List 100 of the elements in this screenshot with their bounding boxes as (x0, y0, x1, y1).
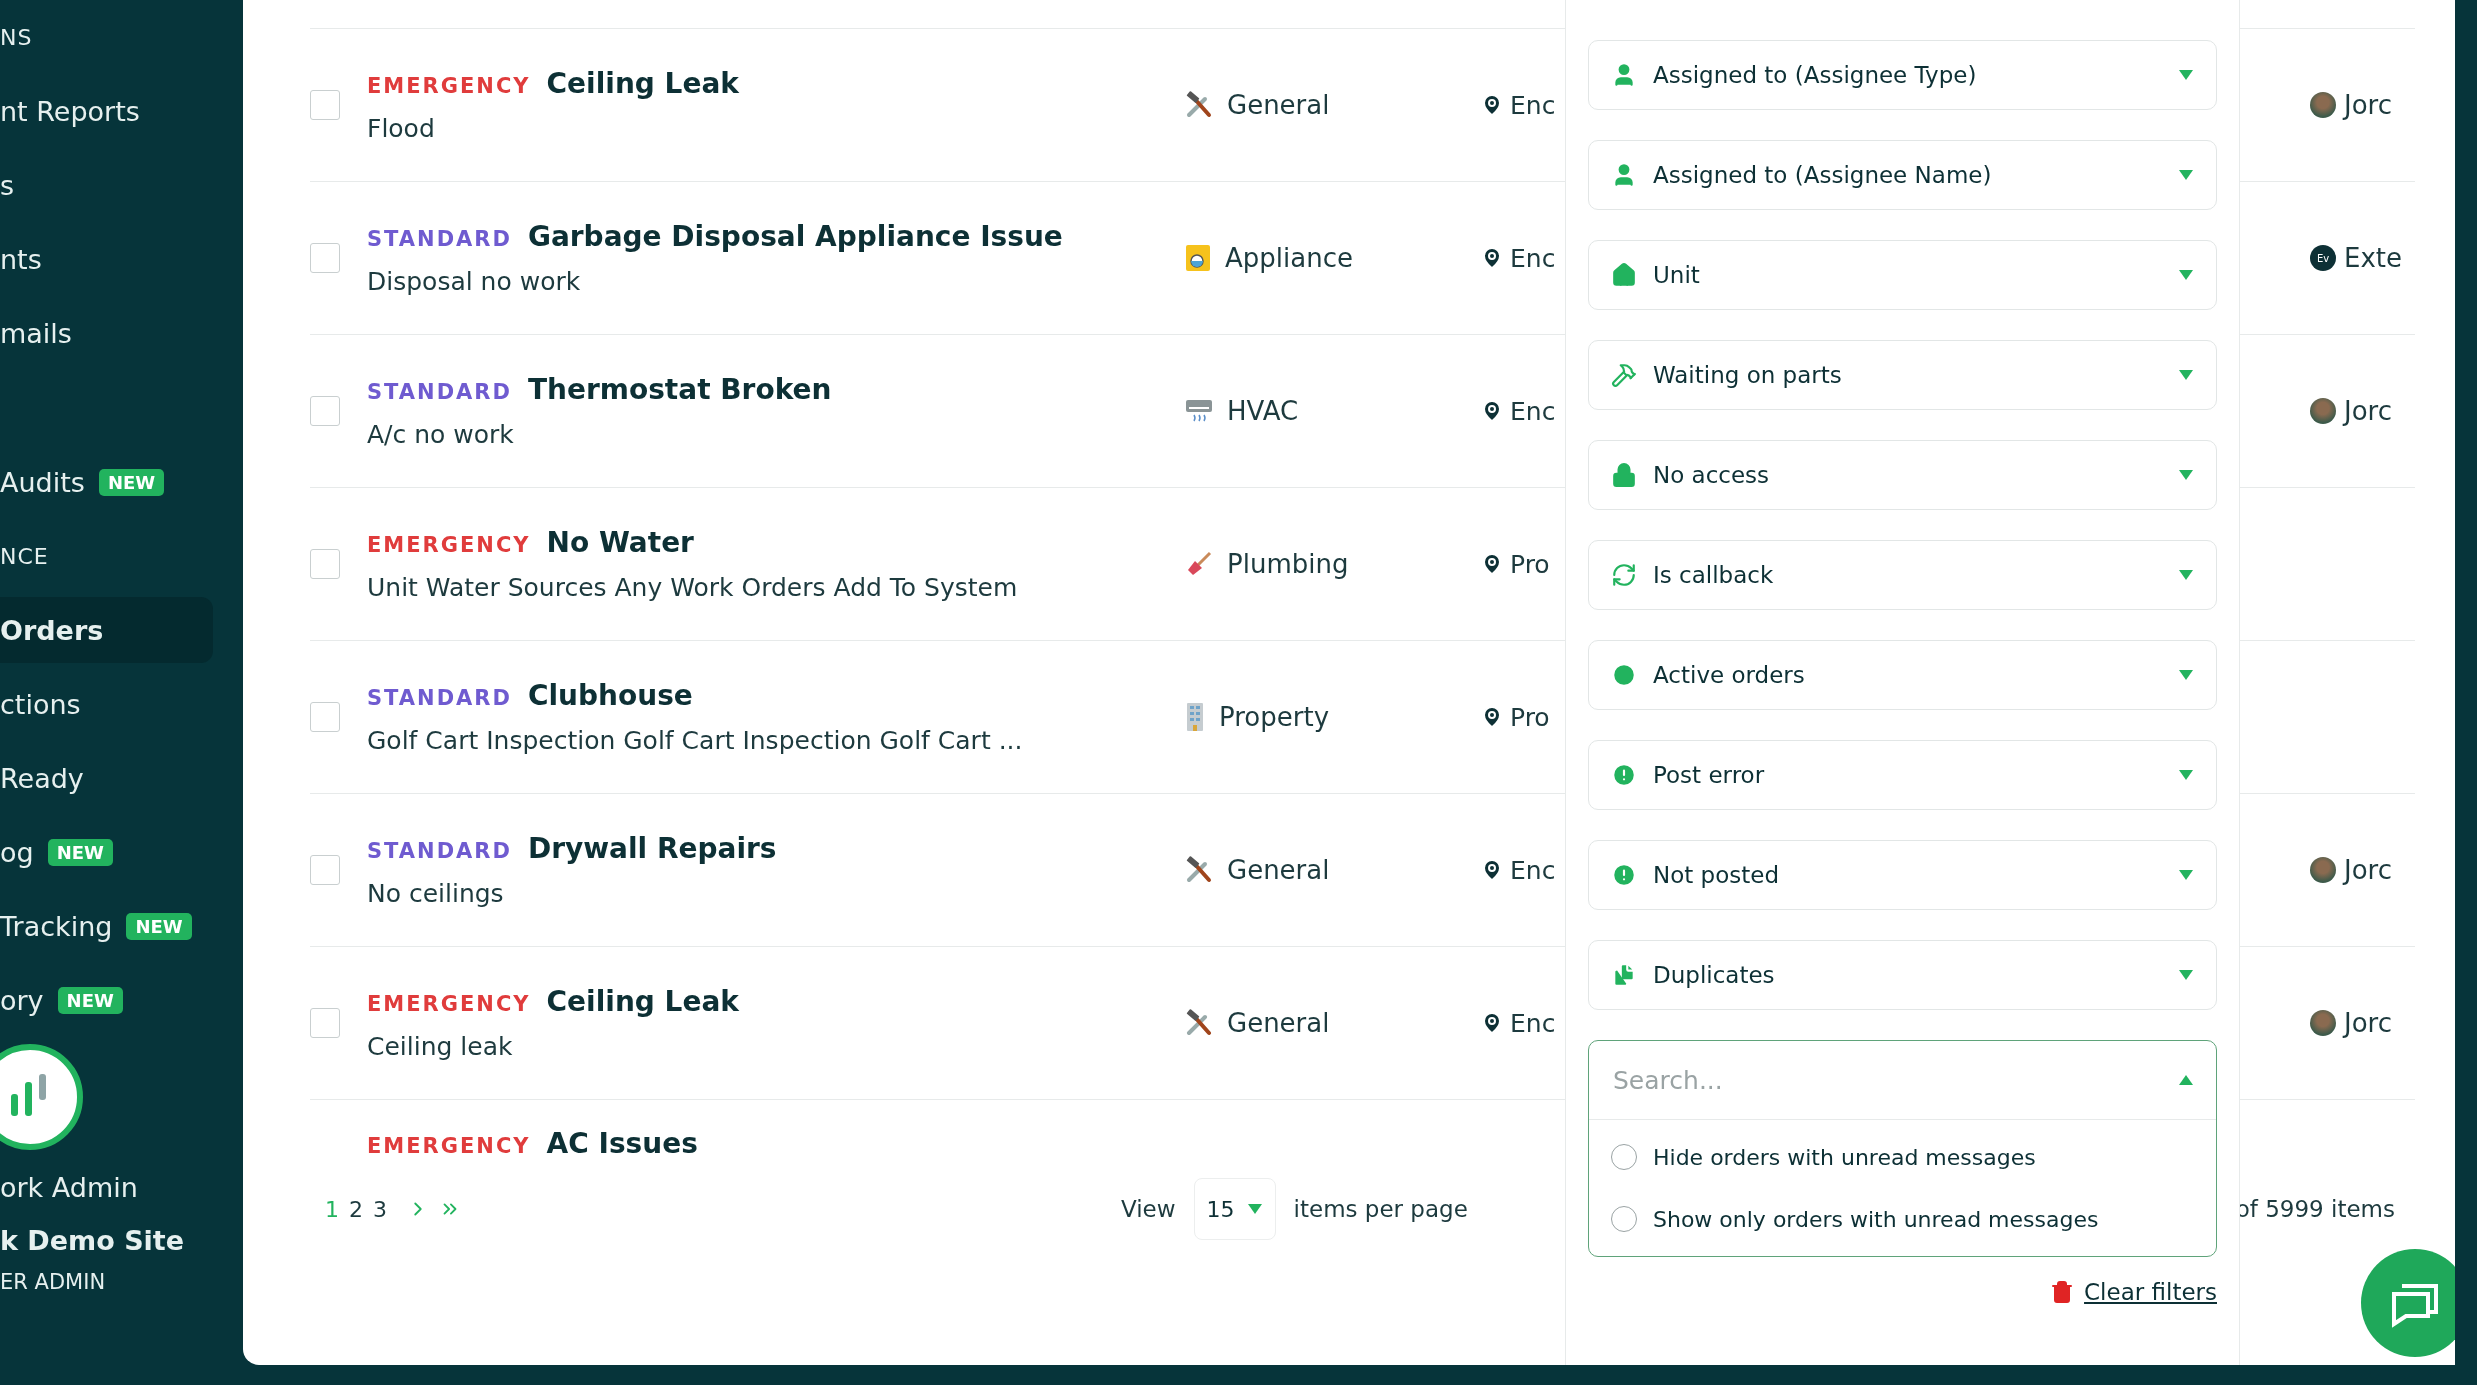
assignee-name: Jorc (2344, 1008, 2392, 1038)
priority-label: EMERGENCY (367, 533, 531, 557)
caret-icon (2178, 669, 2194, 681)
location-text: Enc (1510, 1008, 1556, 1038)
priority-label: STANDARD (367, 227, 512, 251)
assignee-name: Jorc (2344, 90, 2392, 120)
priority-label: EMERGENCY (367, 1134, 531, 1158)
logo-icon (0, 1042, 85, 1152)
page-size-select[interactable]: 15 (1193, 1178, 1276, 1240)
priority-label: STANDARD (367, 380, 512, 404)
row-checkbox[interactable] (310, 855, 340, 885)
hammer-wrench-icon (1185, 856, 1213, 884)
row-checkbox[interactable] (310, 1008, 340, 1038)
hammer-icon (1611, 362, 1637, 388)
nav-item[interactable]: Orders (0, 597, 213, 663)
work-order-title[interactable]: No Water (546, 526, 694, 559)
work-order-description: Flood (367, 114, 436, 143)
filter-dropdown[interactable]: Is callback (1588, 540, 2217, 610)
avatar (2310, 857, 2336, 883)
plunger-icon (1185, 550, 1213, 578)
nav-item[interactable]: ctions (0, 671, 213, 737)
filter-dropdown[interactable]: Duplicates (1588, 940, 2217, 1010)
nav-item[interactable]: Ready (0, 745, 213, 811)
view-label: View (1121, 1196, 1176, 1222)
caret-icon (2178, 69, 2194, 81)
filter-dropdown[interactable]: Post error (1588, 740, 2217, 810)
alert-icon (1611, 762, 1637, 788)
row-checkbox[interactable] (310, 702, 340, 732)
work-order-title[interactable]: Garbage Disposal Appliance Issue (527, 220, 1063, 253)
avatar (2310, 1010, 2336, 1036)
category-label: HVAC (1227, 396, 1299, 426)
priority-label: EMERGENCY (367, 74, 531, 98)
caret-icon (2178, 869, 2194, 881)
clear-filters-link[interactable]: Clear filters (2084, 1279, 2217, 1305)
caret-icon (2178, 569, 2194, 581)
page-link[interactable]: 2 (349, 1196, 363, 1222)
work-order-title[interactable]: Drywall Repairs (527, 832, 777, 865)
avatar (2310, 92, 2336, 118)
filter-dropdown[interactable]: Waiting on parts (1588, 340, 2217, 410)
priority-label: STANDARD (367, 839, 512, 863)
category-label: Appliance (1225, 243, 1353, 273)
filter-dropdown[interactable]: Not posted (1588, 840, 2217, 910)
filter-dropdown[interactable]: Assigned to (Assignee Type) (1588, 40, 2217, 110)
site-name: k Demo Site (0, 1225, 186, 1256)
row-checkbox[interactable] (310, 549, 340, 579)
option-label[interactable]: Show only orders with unread messages (1653, 1206, 2099, 1232)
nav-item[interactable]: ory NEW (0, 967, 213, 1033)
work-order-title[interactable]: Ceiling Leak (546, 67, 739, 100)
work-order-description: A/c no work (367, 420, 515, 449)
nav-item[interactable]: s (0, 152, 213, 218)
building-icon (1185, 702, 1205, 732)
filter-dropdown[interactable]: No access (1588, 440, 2217, 510)
row-checkbox[interactable] (310, 90, 340, 120)
caret-icon (2178, 469, 2194, 481)
work-order-title[interactable]: AC Issues (546, 1127, 698, 1160)
user-name: ork Admin (0, 1172, 139, 1203)
work-order-description: Disposal no work (367, 267, 582, 296)
filter-dropdown[interactable]: Active orders (1588, 640, 2217, 710)
filter-dropdown[interactable]: Assigned to (Assignee Name) (1588, 140, 2217, 210)
caret-icon (1246, 1203, 1263, 1215)
nav-item[interactable]: mails (0, 300, 213, 366)
new-badge: NEW (57, 986, 123, 1014)
category-label: General (1227, 855, 1330, 885)
new-badge: NEW (47, 838, 113, 866)
filter-dropdown[interactable]: Unit (1588, 240, 2217, 310)
work-order-description: Golf Cart Inspection Golf Cart Inspection Golf Cart ... (367, 726, 1024, 755)
nav-section-label: NCE (0, 542, 50, 571)
location-text: Enc (1510, 243, 1556, 273)
nav-item[interactable]: og NEW (0, 819, 213, 885)
nav-item[interactable]: Audits NEW (0, 449, 213, 515)
row-checkbox[interactable] (310, 396, 340, 426)
work-order-title[interactable]: Ceiling Leak (546, 985, 739, 1018)
nav-item[interactable]: Tracking NEW (0, 893, 213, 959)
location-text: Pro (1510, 549, 1550, 579)
location-text: Enc (1510, 396, 1556, 426)
caret-icon (2178, 369, 2194, 381)
radio-button[interactable] (1611, 1206, 1637, 1232)
nav-item[interactable]: nts (0, 226, 213, 292)
location-text: Enc (1510, 855, 1556, 885)
work-order-title[interactable]: Clubhouse (527, 679, 693, 712)
priority-label: EMERGENCY (367, 992, 531, 1016)
caret-icon (2178, 169, 2194, 181)
user-role: ER ADMIN (0, 1270, 107, 1294)
work-order-description: No ceilings (367, 879, 505, 908)
trash-icon (2050, 1280, 2075, 1304)
option-label[interactable]: Hide orders with unread messages (1653, 1144, 2036, 1170)
work-order-title[interactable]: Thermostat Broken (527, 373, 832, 406)
priority-label: STANDARD (367, 686, 512, 710)
nav-item[interactable]: nt Reports (0, 78, 213, 144)
page-link[interactable]: 3 (373, 1196, 387, 1222)
category-label: Plumbing (1227, 549, 1349, 579)
hammer-wrench-icon (1185, 1009, 1213, 1037)
assignee-name: Exte (2344, 243, 2402, 273)
avatar (2310, 398, 2336, 424)
row-checkbox[interactable] (310, 243, 340, 273)
caret-icon (2178, 269, 2194, 281)
category-label: Property (1219, 702, 1330, 732)
nav-section-label: NS (0, 23, 34, 52)
work-order-description: Ceiling leak (367, 1032, 514, 1061)
radio-button[interactable] (1611, 1144, 1637, 1170)
